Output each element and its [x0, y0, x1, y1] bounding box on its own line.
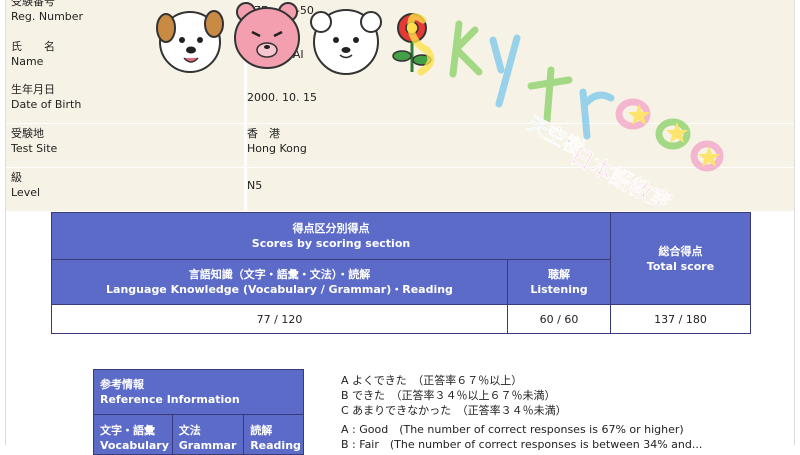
dob-label: 生年月日 Date of Birth [11, 83, 82, 111]
language-knowledge-header: 言語知識（文字・語彙・文法）・読解 Language Knowledge (Vo… [51, 259, 508, 305]
score-table: 得点区分別得点 Scores by scoring section 総合得点 T… [51, 212, 751, 334]
fluffy-dog-face-icon [310, 9, 382, 75]
bear-face-icon [234, 2, 300, 69]
score-report-sheet: 受験番号 Reg. Number 17E····03-50 氏 名 Name ·… [5, 0, 795, 455]
listening-header: 聴解 Listening [507, 259, 611, 305]
language-knowledge-score: 77 / 120 [51, 304, 508, 334]
dob-value: 2000. 10. 15 [247, 91, 317, 104]
watermark-jp-part2: 日本語教室 [566, 142, 675, 205]
legend-c-jp: C あまりできなかった （正答率３４％未満） [341, 404, 567, 417]
reference-col-vocabulary: 文字・語彙 Vocabulary [93, 414, 173, 455]
reference-col-grammar: 文法 Grammar [171, 414, 245, 455]
test-site-value-jp: 香 港 [247, 127, 280, 140]
reference-col-reading: 読解 Reading [243, 414, 304, 455]
reference-table: 参考情報 Reference Information 文字・語彙 Vocabul… [93, 369, 304, 455]
puppy-face-icon [156, 10, 224, 73]
sky-tree-watermark-logo: 天空樹 日本語教室 [407, 13, 724, 205]
listening-score: 60 / 60 [507, 304, 611, 334]
test-site-value-en: Hong Kong [247, 142, 307, 155]
test-site-label: 受験地 Test Site [11, 127, 58, 155]
level-value: N5 [247, 179, 263, 192]
test-site-value: 香 港 Hong Kong [247, 126, 307, 156]
total-score: 137 / 180 [610, 304, 751, 334]
reference-header: 参考情報 Reference Information [93, 369, 304, 415]
legend-a-en: A : Good (The number of correct response… [341, 423, 684, 436]
level-label: 級 Level [11, 171, 41, 199]
legend-b-jp: B できた （正答率３４％以上６７％未満） [341, 389, 556, 402]
grade-legend: A よくできた （正答率６７％以上） B できた （正答率３４％以上６７％未満）… [341, 373, 702, 452]
legend-a-jp: A よくできた （正答率６７％以上） [341, 374, 523, 387]
score-section-header: 得点区分別得点 Scores by scoring section [51, 212, 611, 260]
total-score-header: 総合得点 Total score [610, 212, 751, 305]
